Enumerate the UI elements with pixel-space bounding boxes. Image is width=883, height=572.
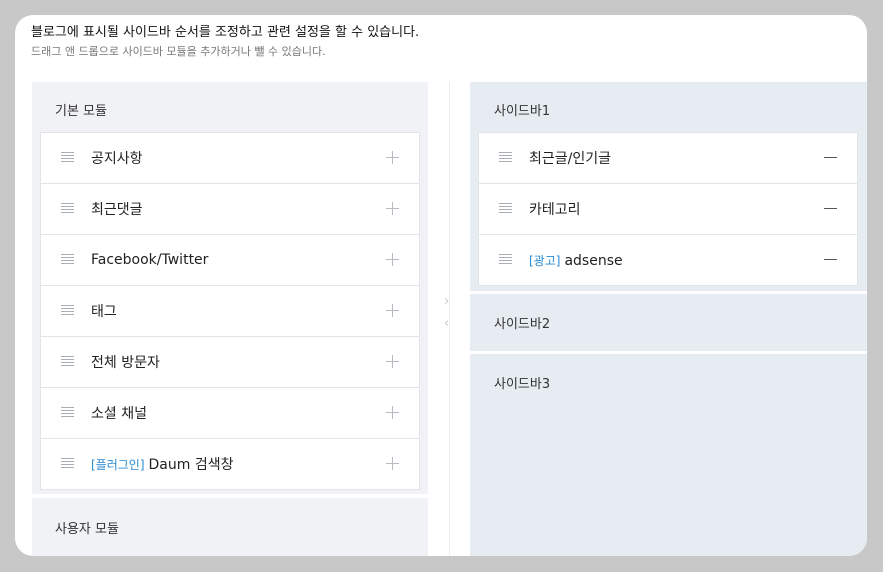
sidebar-column: 사이드바1 최근글/인기글 카테고리 [광고] adsense 사이드바2 사이… xyxy=(470,82,867,556)
module-label: [광고] adsense xyxy=(529,252,623,269)
sidebar3-title: 사이드바3 xyxy=(494,377,551,392)
module-tag: [광고] xyxy=(529,253,561,268)
minus-icon[interactable] xyxy=(824,208,837,209)
list-item[interactable]: 공지사항 xyxy=(41,133,419,184)
chevron-left-icon[interactable]: ‹ xyxy=(444,317,449,330)
minus-icon[interactable] xyxy=(824,157,837,158)
drag-handle-icon[interactable] xyxy=(499,203,512,214)
module-name: 태그 xyxy=(91,304,117,320)
module-label: 공지사항 xyxy=(91,148,143,168)
module-name: 소셜 채널 xyxy=(91,406,147,422)
list-item[interactable]: 소셜 채널 xyxy=(41,388,419,439)
drag-handle-icon[interactable] xyxy=(61,203,74,214)
plus-icon[interactable] xyxy=(386,151,399,164)
module-label: 전체 방문자 xyxy=(91,352,160,372)
plus-icon[interactable] xyxy=(386,355,399,368)
module-column: 기본 모듈 공지사항 최근댓글 Facebook/Twitter 태그 전체 방… xyxy=(32,82,428,556)
module-name: Daum 검색창 xyxy=(148,457,234,473)
sidebar1-section: 사이드바1 최근글/인기글 카테고리 [광고] adsense xyxy=(470,82,867,291)
module-label: [플러그인] Daum 검색창 xyxy=(91,454,234,474)
module-name: 공지사항 xyxy=(91,151,143,167)
plus-icon[interactable] xyxy=(386,304,399,317)
module-label: 최근글/인기글 xyxy=(529,148,611,168)
module-name: adsense xyxy=(564,252,623,269)
list-item[interactable]: 최근글/인기글 xyxy=(479,133,857,184)
drag-handle-icon[interactable] xyxy=(61,254,74,265)
module-tag: [플러그인] xyxy=(91,458,145,472)
plus-icon[interactable] xyxy=(386,457,399,470)
plus-icon[interactable] xyxy=(386,253,399,266)
page-subtitle: 드래그 앤 드롭으로 사이드바 모듈을 추가하거나 뺄 수 있습니다. xyxy=(31,45,326,58)
chevron-right-icon[interactable]: › xyxy=(444,295,449,308)
plus-icon[interactable] xyxy=(386,202,399,215)
list-item[interactable]: 최근댓글 xyxy=(41,184,419,235)
sidebar3-section: 사이드바3 xyxy=(470,354,867,556)
drag-handle-icon[interactable] xyxy=(61,407,74,418)
module-label: 태그 xyxy=(91,301,117,321)
module-label: 카테고리 xyxy=(529,199,581,219)
drag-handle-icon[interactable] xyxy=(499,254,512,265)
plus-icon[interactable] xyxy=(386,406,399,419)
list-item[interactable]: [광고] adsense xyxy=(479,235,857,285)
basic-module-section: 기본 모듈 공지사항 최근댓글 Facebook/Twitter 태그 전체 방… xyxy=(32,82,428,494)
list-item[interactable]: 카테고리 xyxy=(479,184,857,235)
page-title: 블로그에 표시될 사이드바 순서를 조정하고 관련 설정을 할 수 있습니다. xyxy=(31,25,420,40)
module-label: Facebook/Twitter xyxy=(91,252,208,268)
list-item[interactable]: [플러그인] Daum 검색창 xyxy=(41,439,419,489)
module-label: 최근댓글 xyxy=(91,199,143,219)
user-module-title: 사용자 모듈 xyxy=(55,522,119,537)
module-name: Facebook/Twitter xyxy=(91,252,209,268)
drag-handle-icon[interactable] xyxy=(499,152,512,163)
sidebar-settings-card: 블로그에 표시될 사이드바 순서를 조정하고 관련 설정을 할 수 있습니다. … xyxy=(15,15,867,556)
drag-handle-icon[interactable] xyxy=(61,458,74,469)
drag-handle-icon[interactable] xyxy=(61,152,74,163)
list-item[interactable]: 태그 xyxy=(41,286,419,337)
drag-handle-icon[interactable] xyxy=(61,356,74,367)
module-label: 소셜 채널 xyxy=(91,403,147,423)
basic-module-list: 공지사항 최근댓글 Facebook/Twitter 태그 전체 방문자 소셜 … xyxy=(40,132,420,490)
module-name: 카테고리 xyxy=(529,202,581,218)
sidebar2-title: 사이드바2 xyxy=(494,317,551,332)
module-name: 최근댓글 xyxy=(91,202,143,218)
module-name: 최근글/인기글 xyxy=(529,151,611,167)
sidebar1-title: 사이드바1 xyxy=(494,104,551,119)
module-name: 전체 방문자 xyxy=(91,355,160,371)
list-item[interactable]: Facebook/Twitter xyxy=(41,235,419,286)
sidebar2-section: 사이드바2 xyxy=(470,294,867,351)
sidebar1-list: 최근글/인기글 카테고리 [광고] adsense xyxy=(478,132,858,286)
drag-handle-icon[interactable] xyxy=(61,305,74,316)
minus-icon[interactable] xyxy=(824,259,837,260)
basic-module-title: 기본 모듈 xyxy=(55,104,107,119)
user-module-section: 사용자 모듈 xyxy=(32,498,428,556)
list-item[interactable]: 전체 방문자 xyxy=(41,337,419,388)
